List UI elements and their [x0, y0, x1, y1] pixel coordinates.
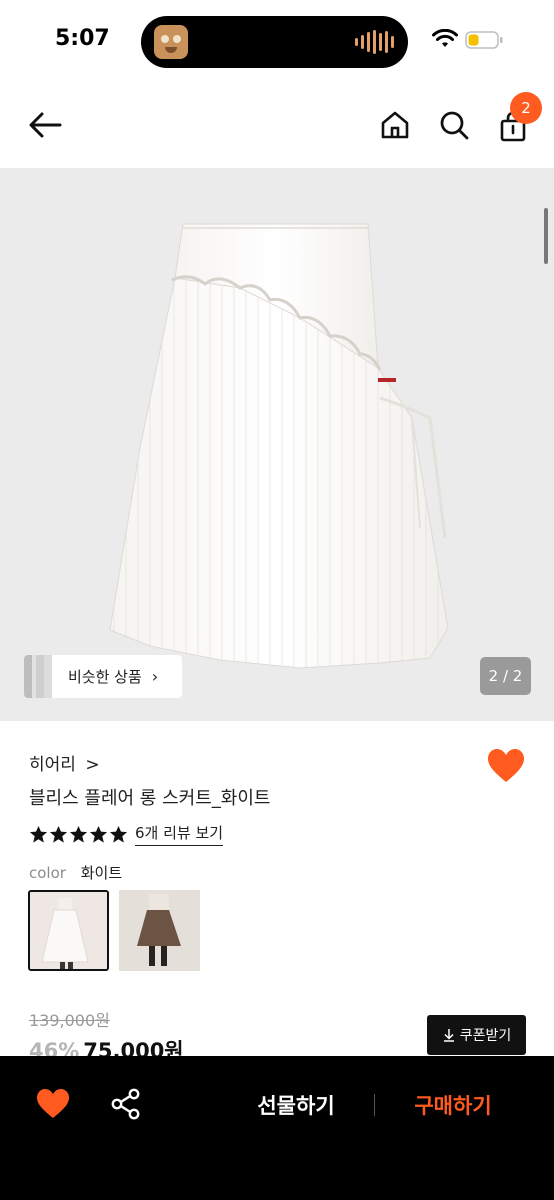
bottom-divider	[374, 1094, 375, 1116]
home-icon	[381, 111, 409, 139]
coupon-button[interactable]: 쿠폰받기	[427, 1015, 526, 1055]
buy-button[interactable]: 구매하기	[390, 1088, 516, 1122]
review-link[interactable]: 6개 리뷰 보기	[135, 822, 224, 846]
color-label: color	[29, 864, 66, 882]
original-price: 139,000원	[29, 1011, 110, 1030]
brand-name: 히어리	[29, 755, 76, 775]
battery-icon	[465, 31, 503, 49]
similar-products-label: 비슷한 상품	[68, 668, 142, 686]
star-icon	[109, 825, 128, 843]
star-icon	[69, 825, 88, 843]
wifi-icon	[432, 29, 458, 47]
swatch-white-image	[30, 892, 107, 969]
star-icon	[49, 825, 68, 843]
product-title: 블리스 플레어 롱 스커트_화이트	[29, 788, 271, 809]
status-bar: 5:07	[0, 0, 554, 84]
color-value: 화이트	[80, 864, 123, 882]
image-page-indicator: 2 / 2	[480, 657, 531, 695]
back-arrow-icon	[29, 112, 62, 138]
color-swatch-brown[interactable]	[119, 890, 200, 971]
star-icon	[29, 825, 48, 843]
share-icon[interactable]	[110, 1088, 142, 1120]
app-icon	[154, 25, 188, 59]
home-button[interactable]	[375, 105, 415, 145]
star-icon	[89, 825, 108, 843]
heart-icon[interactable]	[36, 1088, 70, 1120]
bottom-action-bar	[0, 1056, 554, 1200]
search-icon	[440, 111, 469, 140]
dynamic-island	[141, 16, 408, 68]
similar-products-button[interactable]: 비슷한 상품 ›	[24, 655, 182, 698]
skirt-photo	[109, 223, 449, 669]
rating-row: 6개 리뷰 보기	[29, 822, 224, 846]
wishlist-heart-icon[interactable]	[487, 748, 525, 784]
search-button[interactable]	[434, 105, 474, 145]
top-nav	[0, 84, 554, 168]
similar-thumbnail	[24, 655, 52, 698]
brand-link[interactable]: 히어리 >	[29, 750, 100, 775]
cart-count-badge: 2	[510, 92, 542, 124]
color-swatch-white[interactable]	[28, 890, 109, 971]
gift-button[interactable]: 선물하기	[230, 1088, 362, 1122]
chevron-right-icon: ›	[151, 667, 159, 686]
scroll-indicator	[544, 208, 548, 264]
coupon-label: 쿠폰받기	[459, 1028, 512, 1044]
download-icon	[443, 1029, 454, 1042]
status-time: 5:07	[55, 26, 110, 51]
color-row: color 화이트	[29, 862, 122, 883]
brand-chevron-icon: >	[85, 755, 100, 775]
swatch-brown-image	[119, 890, 200, 971]
back-button[interactable]	[25, 105, 65, 145]
audio-wave-icon	[355, 30, 394, 54]
product-image[interactable]	[0, 168, 554, 721]
